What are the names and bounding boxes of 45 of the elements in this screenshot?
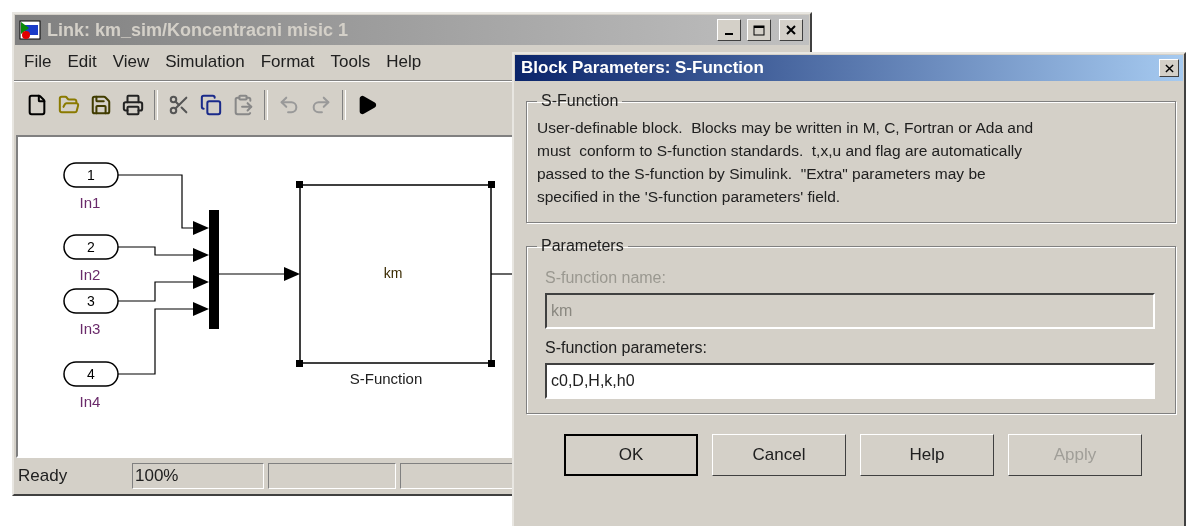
open-folder-icon[interactable] (58, 94, 80, 116)
inport-label: In2 (79, 266, 101, 283)
group-title: Parameters (540, 237, 625, 255)
input-field[interactable]: c0,D,H,k,h0 (545, 363, 1155, 399)
menu-item[interactable]: Simulation (157, 50, 253, 74)
maximize-button[interactable] (747, 19, 771, 41)
s-function-block[interactable]: km (296, 181, 495, 367)
copy-icon[interactable] (200, 94, 222, 116)
menu-item[interactable]: Format (252, 50, 323, 74)
new-file-icon[interactable] (26, 94, 48, 116)
minimize-icon (725, 33, 733, 35)
menu-item[interactable]: File (16, 50, 60, 74)
dialog-button[interactable]: OK (564, 434, 698, 476)
group-title: S-Function (540, 92, 620, 110)
inport-block[interactable]: 3 (63, 288, 119, 314)
menu-item[interactable]: Edit (59, 50, 105, 74)
dialog-title: Block Parameters: S-Function (521, 58, 765, 78)
close-button[interactable] (1159, 59, 1179, 77)
inport-block[interactable]: 4 (63, 361, 119, 387)
printer-icon[interactable] (122, 94, 144, 116)
minimize-button[interactable] (717, 19, 741, 41)
dialog-button[interactable]: Help (860, 434, 994, 476)
inport-label: In3 (79, 320, 101, 337)
window-title: Link: km_sim/Koncentracni misic 1 (47, 19, 350, 41)
inport-label: In4 (79, 393, 101, 410)
model-icon (19, 20, 41, 40)
menu-item[interactable]: Tools (322, 50, 379, 74)
close-icon (786, 25, 796, 35)
inport-block[interactable]: 2 (63, 234, 119, 260)
inport-label: In1 (79, 194, 101, 211)
close-icon (1164, 63, 1174, 73)
menu-item[interactable]: View (104, 50, 158, 74)
cut-icon[interactable] (168, 94, 190, 116)
close-button[interactable] (779, 19, 803, 41)
inport-block[interactable]: 1 (63, 162, 119, 188)
field-label: S-function name: (545, 269, 667, 287)
dialog-button[interactable]: Cancel (712, 434, 846, 476)
zoom-level: 100% (132, 463, 264, 489)
maximize-icon (753, 24, 765, 36)
description-text: User-definable block. Blocks may be written in M, C, Fortran or Ada and must conform to S-function standards. t,x,u and flag are automatically passed to the S-function by Simulink. "Extra" parameters may be specified in the 'S-function parameters' field. (537, 118, 1035, 207)
block-label: S-Function (349, 370, 423, 387)
status-text: Ready (18, 466, 69, 486)
menu-item[interactable]: Help (378, 50, 430, 74)
field-label: S-function parameters: (545, 339, 708, 357)
save-icon[interactable] (90, 94, 112, 116)
